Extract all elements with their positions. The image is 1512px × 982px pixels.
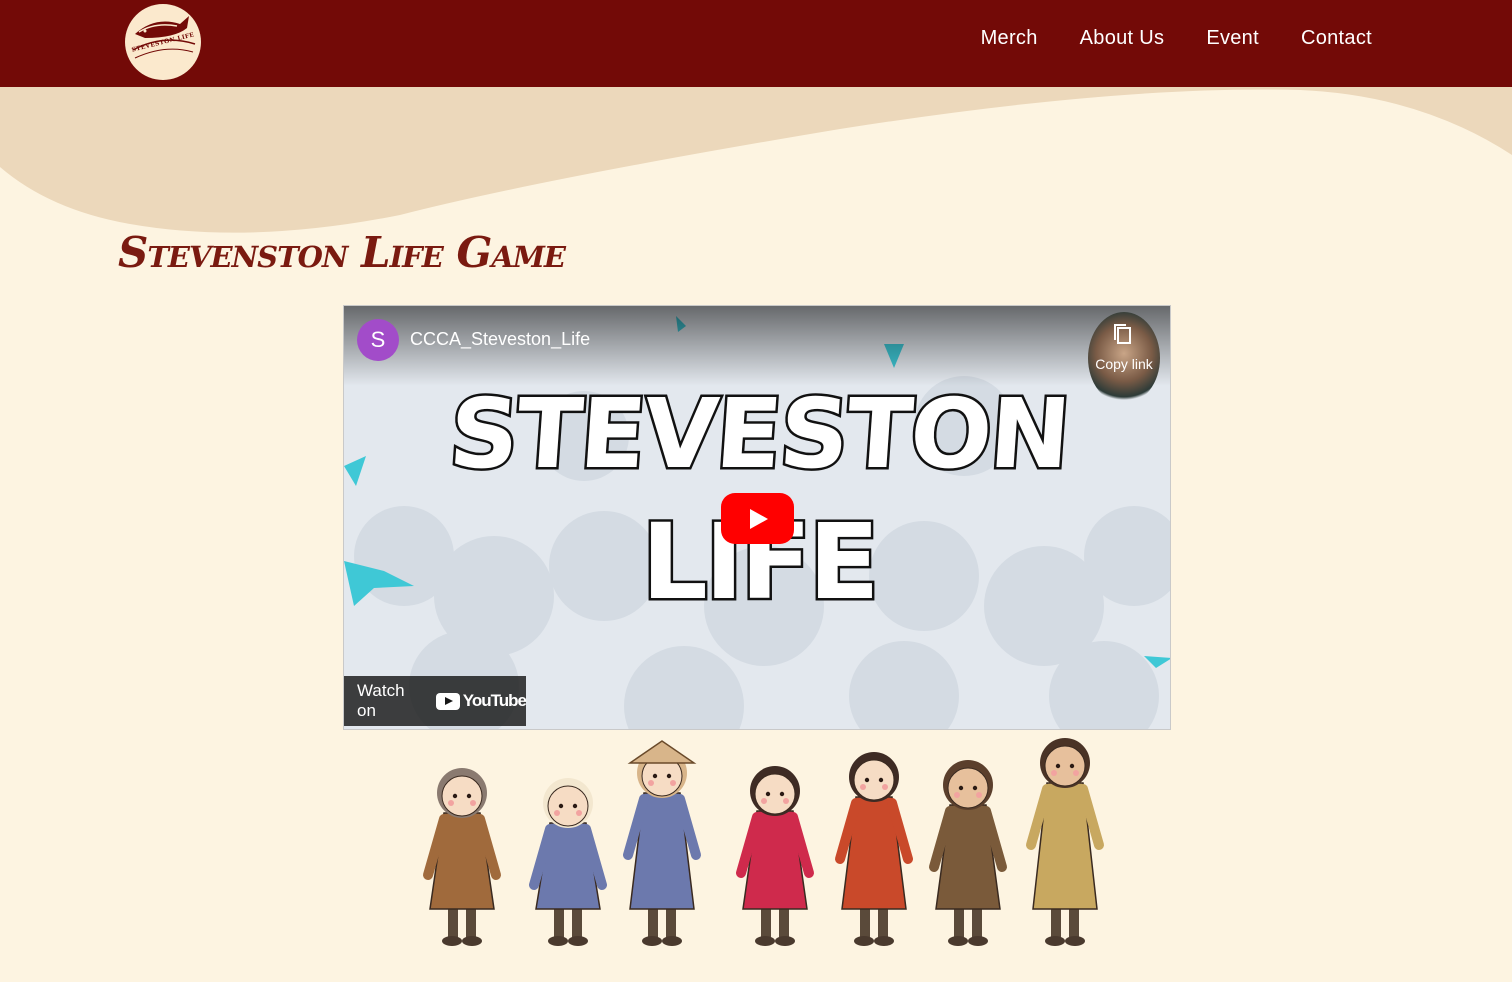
youtube-play-icon <box>435 692 460 710</box>
nav-event[interactable]: Event <box>1206 27 1259 50</box>
copy-icon <box>1114 324 1131 344</box>
nav-merch[interactable]: Merch <box>981 27 1038 50</box>
boy-in-red-tang-suit-character <box>835 752 913 946</box>
youtube-wordmark: YouTube <box>462 691 527 710</box>
play-button[interactable] <box>721 493 794 544</box>
characters-illustration <box>423 738 1104 946</box>
steveston-life-logo[interactable]: STEVESTON LIFE <box>125 4 201 80</box>
watch-on-youtube-button[interactable]: Watch on YouTube <box>344 676 527 726</box>
watch-on-label: Watch on <box>357 681 405 720</box>
youtube-embed[interactable]: S CCCA_Steveston_Life Copy link STEVESTO… <box>343 305 1171 730</box>
indigenous-woman-in-cape-character <box>1026 738 1104 946</box>
channel-avatar[interactable]: S <box>357 319 399 361</box>
man-in-straw-hat-blue-robe-character <box>623 740 701 946</box>
main-nav: Merch About Us Event Contact <box>981 27 1372 50</box>
video-title-line1: STEVESTON <box>443 376 1074 493</box>
site-header: STEVESTON LIFE Merch About Us Event Cont… <box>0 0 1512 87</box>
woman-in-vest-and-skirt-character <box>929 760 1007 946</box>
nav-about-us[interactable]: About Us <box>1080 27 1165 50</box>
nav-contact[interactable]: Contact <box>1301 27 1372 50</box>
girl-in-red-qipao-character <box>736 766 814 946</box>
copy-link-label: Copy link <box>1095 356 1153 372</box>
play-icon <box>750 509 768 529</box>
page-title: Stevenston Life Game <box>118 228 566 277</box>
channel-name[interactable]: CCCA_Steveston_Life <box>410 329 590 350</box>
youtube-logo: YouTube <box>435 691 527 711</box>
fisherwoman-with-bucket-and-fish-character <box>423 768 501 946</box>
woman-in-headscarf-blue-robe-character <box>529 778 607 946</box>
decorative-wave <box>0 87 1512 233</box>
